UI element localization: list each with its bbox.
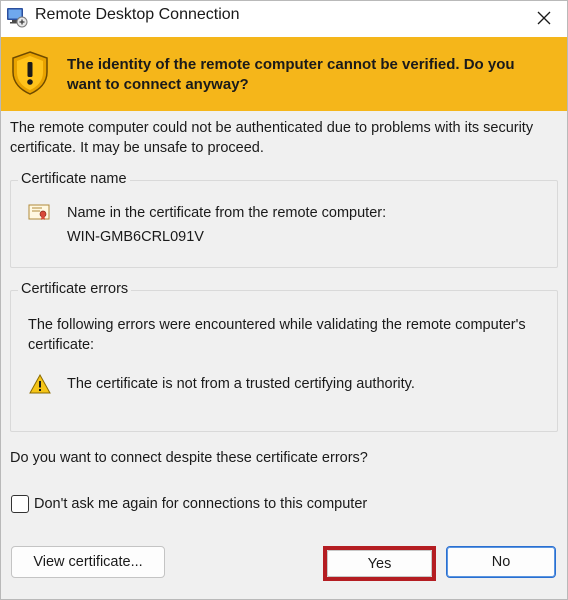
- authentication-message: The remote computer could not be authent…: [10, 120, 534, 156]
- window-title: Remote Desktop Connection: [35, 6, 240, 23]
- warning-banner: The identity of the remote computer cann…: [1, 37, 567, 111]
- view-certificate-button[interactable]: View certificate...: [11, 546, 165, 578]
- yes-button[interactable]: Yes: [327, 550, 432, 577]
- certificate-errors-intro: The following errors were encountered wh…: [28, 317, 526, 353]
- dont-ask-again-checkbox[interactable]: [11, 495, 29, 513]
- dialog-window: Remote Desktop Connection The identity o…: [0, 0, 568, 600]
- certificate-errors-group: Certificate errors The following errors …: [10, 281, 558, 432]
- warning-shield-icon: [12, 51, 48, 95]
- certificate-name-label: Name in the certificate from the remote …: [67, 205, 387, 221]
- close-icon: [537, 11, 551, 25]
- certificate-error-item: The certificate is not from a trusted ce…: [67, 376, 415, 392]
- certificate-name-legend: Certificate name: [18, 171, 130, 187]
- certificate-errors-legend: Certificate errors: [18, 281, 132, 297]
- title-bar: Remote Desktop Connection: [1, 1, 567, 37]
- dont-ask-again-label[interactable]: Don't ask me again for connections to th…: [34, 496, 367, 512]
- certificate-name-value: WIN-GMB6CRL091V: [67, 229, 204, 245]
- no-button[interactable]: No: [446, 546, 556, 578]
- dont-ask-again-checkbox-row[interactable]: Don't ask me again for connections to th…: [11, 495, 367, 513]
- certificate-name-group: Certificate name Name in the certificate…: [10, 171, 558, 268]
- remote-desktop-icon: [7, 8, 28, 28]
- warning-icon: [29, 374, 51, 394]
- certificate-icon: [28, 204, 50, 220]
- close-button[interactable]: [521, 1, 567, 35]
- connect-question: Do you want to connect despite these cer…: [10, 450, 368, 466]
- warning-banner-text: The identity of the remote computer cann…: [67, 56, 515, 93]
